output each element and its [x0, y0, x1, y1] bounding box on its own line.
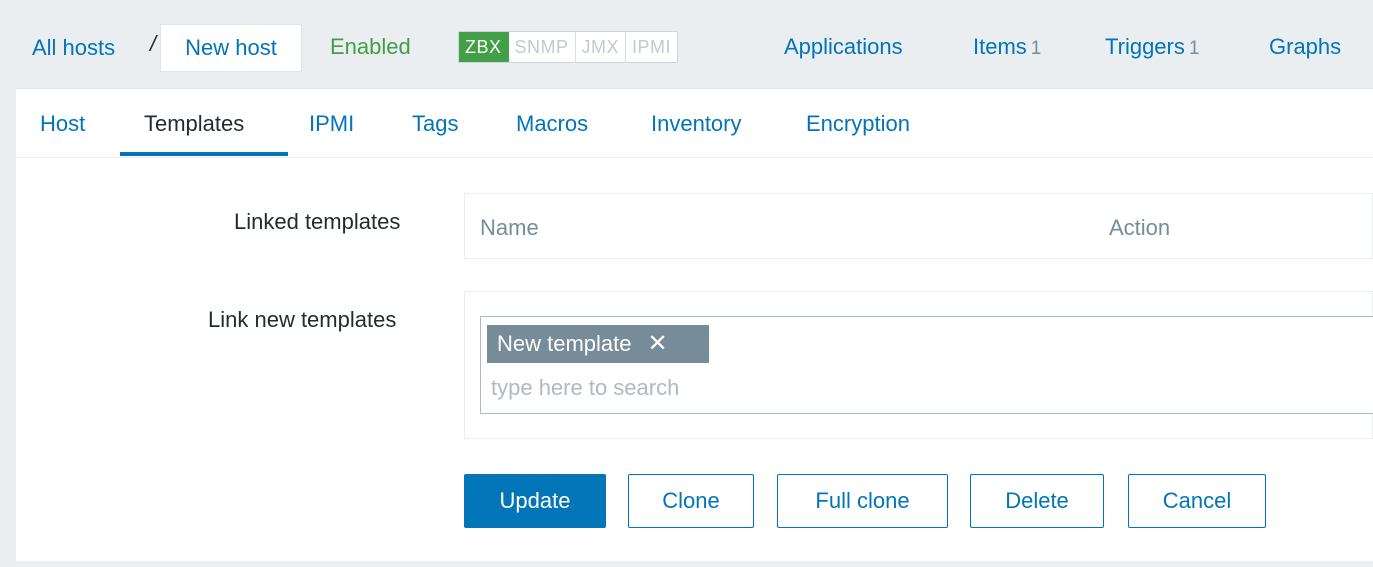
- delete-button[interactable]: Delete: [970, 474, 1104, 528]
- column-header-name: Name: [480, 215, 539, 240]
- breadcrumb-separator: /: [150, 31, 157, 56]
- nav-items-count: 1: [1030, 38, 1042, 59]
- host-status-enabled[interactable]: Enabled: [330, 34, 411, 60]
- update-button[interactable]: Update: [464, 474, 606, 528]
- nav-graphs-label: Graphs: [1269, 34, 1342, 59]
- nav-graphs[interactable]: Graphs: [1269, 34, 1341, 60]
- breadcrumb-all-hosts[interactable]: All hosts: [32, 35, 115, 61]
- link-new-templates-container: New template ✕: [464, 291, 1373, 439]
- active-tab-indicator: [120, 152, 288, 156]
- tab-inventory[interactable]: Inventory: [651, 111, 742, 137]
- tab-templates[interactable]: Templates: [144, 111, 244, 137]
- cancel-button[interactable]: Cancel: [1128, 474, 1266, 528]
- selected-template-label: New template: [497, 331, 632, 356]
- full-clone-button[interactable]: Full clone: [777, 474, 948, 528]
- breadcrumb-current-host[interactable]: New host: [160, 24, 302, 72]
- clone-button[interactable]: Clone: [628, 474, 754, 528]
- availability-indicators: ZBX SNMP JMX IPMI: [458, 31, 679, 63]
- availability-snmp: SNMP: [509, 32, 576, 62]
- nav-items[interactable]: Items 1: [973, 34, 1041, 60]
- availability-jmx: JMX: [576, 32, 627, 62]
- form-tabs: Host Templates IPMI Tags Macros Inventor…: [16, 89, 1373, 158]
- tab-host[interactable]: Host: [40, 111, 85, 137]
- linked-templates-table: Name Action: [464, 193, 1373, 259]
- selected-template-chip: New template ✕: [487, 325, 709, 363]
- column-header-action: Action: [1109, 215, 1171, 240]
- host-navigation-bar: All hosts / New host Enabled ZBX SNMP JM…: [0, 0, 1373, 88]
- template-multiselect[interactable]: New template ✕: [480, 316, 1373, 414]
- linked-templates-label: Linked templates: [234, 209, 401, 234]
- nav-applications[interactable]: Applications: [784, 34, 903, 60]
- nav-items-label: Items: [973, 34, 1027, 59]
- tab-macros[interactable]: Macros: [516, 111, 588, 137]
- tab-tags[interactable]: Tags: [412, 111, 458, 137]
- availability-ipmi: IPMI: [632, 36, 672, 57]
- availability-zbx: ZBX: [459, 32, 509, 62]
- template-search-input[interactable]: [491, 373, 1091, 403]
- link-new-templates-label: Link new templates: [208, 307, 397, 332]
- nav-triggers-count: 1: [1188, 38, 1200, 59]
- tab-encryption[interactable]: Encryption: [806, 111, 910, 137]
- nav-applications-label: Applications: [784, 34, 903, 59]
- host-form-panel: Host Templates IPMI Tags Macros Inventor…: [16, 88, 1373, 561]
- nav-triggers[interactable]: Triggers 1: [1105, 34, 1199, 60]
- nav-triggers-label: Triggers: [1105, 34, 1185, 59]
- remove-template-icon[interactable]: ✕: [648, 332, 668, 356]
- tab-ipmi[interactable]: IPMI: [309, 111, 354, 137]
